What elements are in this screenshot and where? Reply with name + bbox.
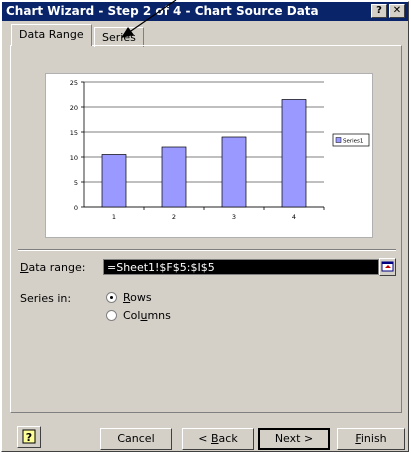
y-tick-label: 10 (70, 154, 78, 162)
bar (101, 154, 127, 208)
collapse-icon (381, 261, 394, 272)
help-button[interactable]: ? (17, 426, 41, 448)
finish-button[interactable]: Finish (337, 428, 405, 450)
x-tick-label: 2 (172, 213, 176, 221)
bar (161, 146, 187, 208)
radio-selected-dot (110, 296, 113, 299)
y-tick-label: 15 (70, 129, 78, 137)
columns-radio[interactable] (106, 310, 117, 321)
y-tick-label: 0 (74, 204, 78, 212)
bar-chart: 0 5 10 15 20 25 1 2 3 4 Series1 (70, 79, 370, 221)
back-button[interactable]: < Back (182, 428, 254, 450)
next-button[interactable]: Next > (258, 428, 330, 450)
cancel-button[interactable]: Cancel (100, 428, 172, 450)
window-title: Chart Wizard - Step 2 of 4 - Chart Sourc… (2, 2, 408, 21)
rows-radio-label[interactable]: Rows (123, 291, 152, 304)
divider (18, 249, 396, 251)
svg-text:?: ? (26, 431, 32, 444)
data-range-label: Data range: (20, 261, 86, 274)
x-tick-label: 3 (232, 213, 236, 221)
bar (221, 136, 247, 208)
data-range-input[interactable]: =Sheet1!$F$5:$I$5 (103, 259, 379, 275)
help-icon: ? (22, 429, 36, 444)
columns-radio-label[interactable]: Columns (123, 309, 171, 322)
bar (281, 99, 307, 208)
y-tick-label: 25 (70, 79, 78, 87)
chart-preview: 0 5 10 15 20 25 1 2 3 4 Series1 (45, 73, 373, 238)
rows-radio[interactable] (106, 292, 117, 303)
tab-data-range[interactable]: Data Range (11, 24, 92, 46)
x-tick-label: 4 (292, 213, 296, 221)
tab-series[interactable]: Series (94, 27, 144, 47)
x-tick-label: 1 (112, 213, 116, 221)
help-title-button[interactable]: ? (371, 4, 387, 18)
y-tick-label: 20 (70, 104, 78, 112)
y-tick-label: 5 (74, 179, 78, 187)
collapse-dialog-button[interactable] (379, 258, 396, 276)
series-in-label: Series in: (20, 292, 72, 305)
legend-label: Series1 (343, 139, 363, 145)
legend-swatch (335, 137, 342, 143)
close-button[interactable]: ✕ (389, 4, 405, 18)
chart-wizard-dialog: Chart Wizard - Step 2 of 4 - Chart Sourc… (1, 1, 409, 452)
